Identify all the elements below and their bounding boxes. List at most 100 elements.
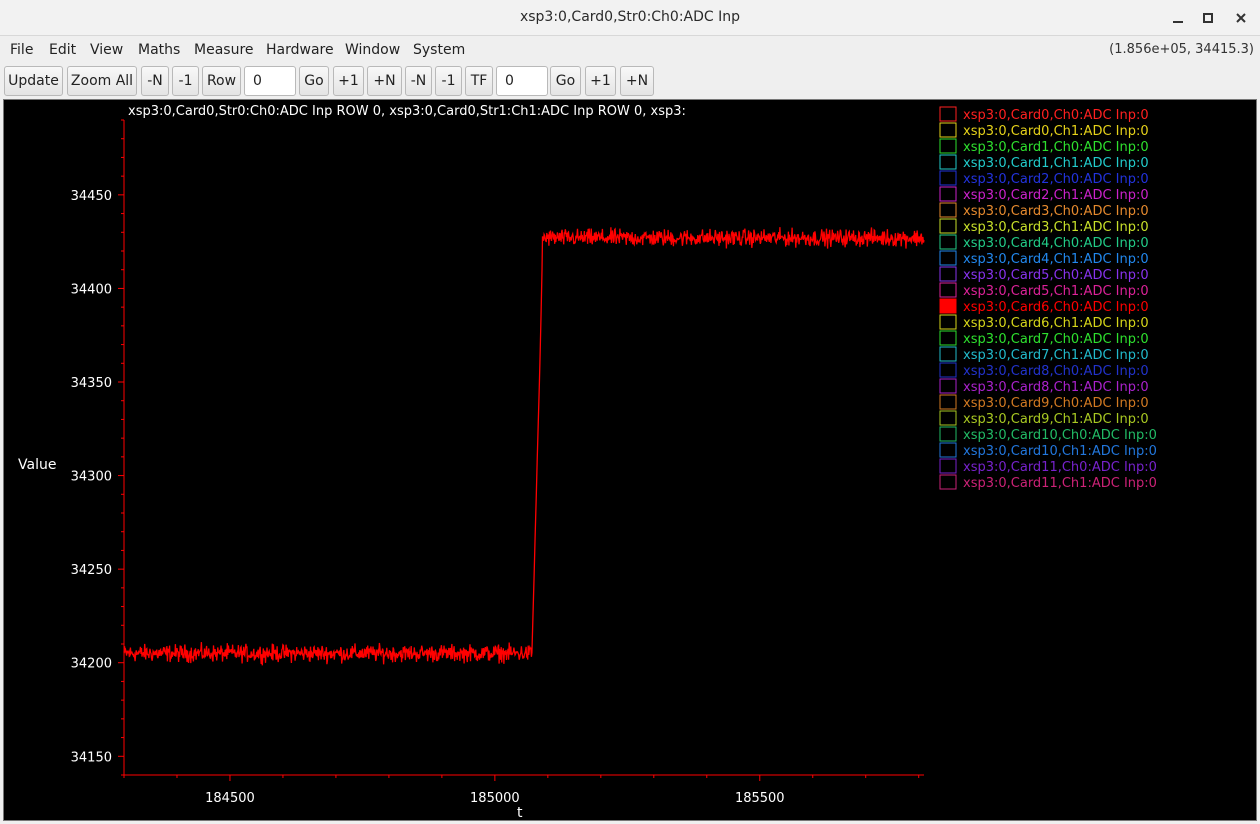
legend-swatch [939, 218, 957, 234]
legend-label: xsp3:0,Card1,Ch0:ADC Inp:0 [963, 140, 1149, 155]
tf-step-back-1-button[interactable]: -1 [435, 66, 462, 96]
series-line [123, 227, 925, 666]
menu-hardware[interactable]: Hardware [266, 42, 334, 58]
tf-button[interactable]: TF [465, 66, 493, 96]
row-go-button[interactable]: Go [299, 66, 329, 96]
step-back-n-button[interactable]: -N [141, 66, 169, 96]
legend-item[interactable]: xsp3:0,Card5,Ch0:ADC Inp:0 [939, 266, 1149, 283]
legend-item[interactable]: xsp3:0,Card10,Ch0:ADC Inp:0 [939, 426, 1157, 443]
legend-item[interactable]: xsp3:0,Card11,Ch1:ADC Inp:0 [939, 474, 1157, 491]
plot-header: xsp3:0,Card0,Str0:Ch0:ADC Inp ROW 0, xsp… [128, 104, 686, 119]
y-tick-label: 34300 [71, 470, 112, 485]
legend-item[interactable]: xsp3:0,Card11,Ch0:ADC Inp:0 [939, 458, 1157, 475]
legend-item[interactable]: xsp3:0,Card8,Ch1:ADC Inp:0 [939, 378, 1149, 395]
tf-step-forward-1-button[interactable]: +1 [585, 66, 616, 96]
legend-label: xsp3:0,Card5,Ch0:ADC Inp:0 [963, 268, 1149, 283]
legend-item[interactable]: xsp3:0,Card1,Ch1:ADC Inp:0 [939, 154, 1149, 171]
legend-item[interactable]: xsp3:0,Card8,Ch0:ADC Inp:0 [939, 362, 1149, 379]
legend-label: xsp3:0,Card5,Ch1:ADC Inp:0 [963, 284, 1149, 299]
legend-item[interactable]: xsp3:0,Card3,Ch0:ADC Inp:0 [939, 202, 1149, 219]
row-step-forward-1-button[interactable]: +1 [333, 66, 364, 96]
menu-view[interactable]: View [90, 42, 123, 58]
window-title: xsp3:0,Card0,Str0:Ch0:ADC Inp [519, 9, 741, 25]
row-input[interactable]: 0 [244, 66, 296, 96]
menu-system[interactable]: System [413, 42, 465, 58]
legend-swatch [939, 298, 957, 314]
legend-label: xsp3:0,Card11,Ch1:ADC Inp:0 [963, 476, 1157, 491]
legend-item[interactable]: xsp3:0,Card7,Ch0:ADC Inp:0 [939, 330, 1149, 347]
legend-item[interactable]: xsp3:0,Card5,Ch1:ADC Inp:0 [939, 282, 1149, 299]
legend-label: xsp3:0,Card0,Ch1:ADC Inp:0 [963, 124, 1149, 139]
legend-item[interactable]: xsp3:0,Card3,Ch1:ADC Inp:0 [939, 218, 1149, 235]
legend-item[interactable]: xsp3:0,Card9,Ch1:ADC Inp:0 [939, 410, 1149, 427]
legend-item[interactable]: xsp3:0,Card7,Ch1:ADC Inp:0 [939, 346, 1149, 363]
legend-label: xsp3:0,Card4,Ch0:ADC Inp:0 [963, 236, 1149, 251]
legend-label: xsp3:0,Card2,Ch1:ADC Inp:0 [963, 188, 1149, 203]
step-back-1-button[interactable]: -1 [172, 66, 199, 96]
tf-go-button[interactable]: Go [550, 66, 581, 96]
x-tick-label: 184500 [205, 791, 255, 806]
legend-swatch [939, 170, 957, 186]
legend-label: xsp3:0,Card10,Ch0:ADC Inp:0 [963, 428, 1157, 443]
legend-swatch [939, 138, 957, 154]
maximize-icon[interactable] [1198, 8, 1218, 28]
cursor-coordinates: (1.856e+05, 34415.3) [1109, 42, 1254, 57]
menu-maths[interactable]: Maths [138, 42, 180, 58]
legend-item[interactable]: xsp3:0,Card6,Ch0:ADC Inp:0 [939, 298, 1149, 315]
legend-label: xsp3:0,Card6,Ch0:ADC Inp:0 [963, 300, 1149, 315]
legend-item[interactable]: xsp3:0,Card10,Ch1:ADC Inp:0 [939, 442, 1157, 459]
plot-axes: 34150 34200 34250 34300 34350 34400 34450 18450… [71, 119, 924, 806]
tf-input[interactable]: 0 [496, 66, 548, 96]
tf-step-forward-n-button[interactable]: +N [620, 66, 654, 96]
legend-label: xsp3:0,Card9,Ch1:ADC Inp:0 [963, 412, 1149, 427]
legend-swatch [939, 394, 957, 410]
legend-item[interactable]: xsp3:0,Card2,Ch1:ADC Inp:0 [939, 186, 1149, 203]
legend-item[interactable]: xsp3:0,Card0,Ch1:ADC Inp:0 [939, 122, 1149, 139]
menu-bar: File Edit View Maths Measure Hardware Wi… [0, 37, 1260, 63]
y-tick-label: 34450 [71, 189, 112, 204]
legend-item[interactable]: xsp3:0,Card0,Ch0:ADC Inp:0 [939, 106, 1149, 123]
x-axis-label: t [517, 805, 523, 820]
legend-swatch [939, 362, 957, 378]
update-button[interactable]: Update [4, 66, 63, 96]
legend-swatch [939, 122, 957, 138]
legend-label: xsp3:0,Card8,Ch1:ADC Inp:0 [963, 380, 1149, 395]
legend-label: xsp3:0,Card3,Ch0:ADC Inp:0 [963, 204, 1149, 219]
legend-item[interactable]: xsp3:0,Card1,Ch0:ADC Inp:0 [939, 138, 1149, 155]
plot-canvas[interactable]: xsp3:0,Card0,Str0:Ch0:ADC Inp ROW 0, xsp… [4, 100, 1256, 821]
legend-swatch [939, 154, 957, 170]
menu-measure[interactable]: Measure [194, 42, 254, 58]
plot-area[interactable]: xsp3:0,Card0,Str0:Ch0:ADC Inp ROW 0, xsp… [3, 99, 1257, 821]
legend-item[interactable]: xsp3:0,Card9,Ch0:ADC Inp:0 [939, 394, 1149, 411]
plot-traces [123, 227, 925, 666]
plot-legend: xsp3:0,Card0,Ch0:ADC Inp:0xsp3:0,Card0,C… [939, 106, 1157, 491]
tf-step-back-n-button[interactable]: -N [405, 66, 432, 96]
x-tick-label: 185500 [735, 791, 785, 806]
row-button[interactable]: Row [202, 66, 241, 96]
zoom-all-button[interactable]: Zoom All [67, 66, 137, 96]
legend-label: xsp3:0,Card4,Ch1:ADC Inp:0 [963, 252, 1149, 267]
legend-swatch [939, 378, 957, 394]
legend-label: xsp3:0,Card7,Ch0:ADC Inp:0 [963, 332, 1149, 347]
legend-swatch [939, 314, 957, 330]
app-window: xsp3:0,Card0,Str0:Ch0:ADC Inp File Edit … [0, 0, 1260, 824]
menu-edit[interactable]: Edit [49, 42, 76, 58]
minimize-icon[interactable] [1168, 8, 1188, 28]
legend-item[interactable]: xsp3:0,Card4,Ch1:ADC Inp:0 [939, 250, 1149, 267]
legend-label: xsp3:0,Card0,Ch0:ADC Inp:0 [963, 108, 1149, 123]
close-icon[interactable] [1231, 8, 1251, 28]
y-axis-label: Value [18, 457, 56, 473]
menu-file[interactable]: File [10, 42, 33, 58]
y-tick-label: 34200 [71, 657, 112, 672]
menu-window[interactable]: Window [345, 42, 400, 58]
legend-item[interactable]: xsp3:0,Card2,Ch0:ADC Inp:0 [939, 170, 1149, 187]
legend-label: xsp3:0,Card2,Ch0:ADC Inp:0 [963, 172, 1149, 187]
legend-item[interactable]: xsp3:0,Card6,Ch1:ADC Inp:0 [939, 314, 1149, 331]
legend-item[interactable]: xsp3:0,Card4,Ch0:ADC Inp:0 [939, 234, 1149, 251]
y-tick-label: 34400 [71, 282, 112, 297]
row-step-forward-n-button[interactable]: +N [367, 66, 402, 96]
y-tick-label: 34150 [71, 750, 112, 765]
y-tick-label: 34250 [71, 563, 112, 578]
legend-label: xsp3:0,Card8,Ch0:ADC Inp:0 [963, 364, 1149, 379]
legend-swatch [939, 346, 957, 362]
